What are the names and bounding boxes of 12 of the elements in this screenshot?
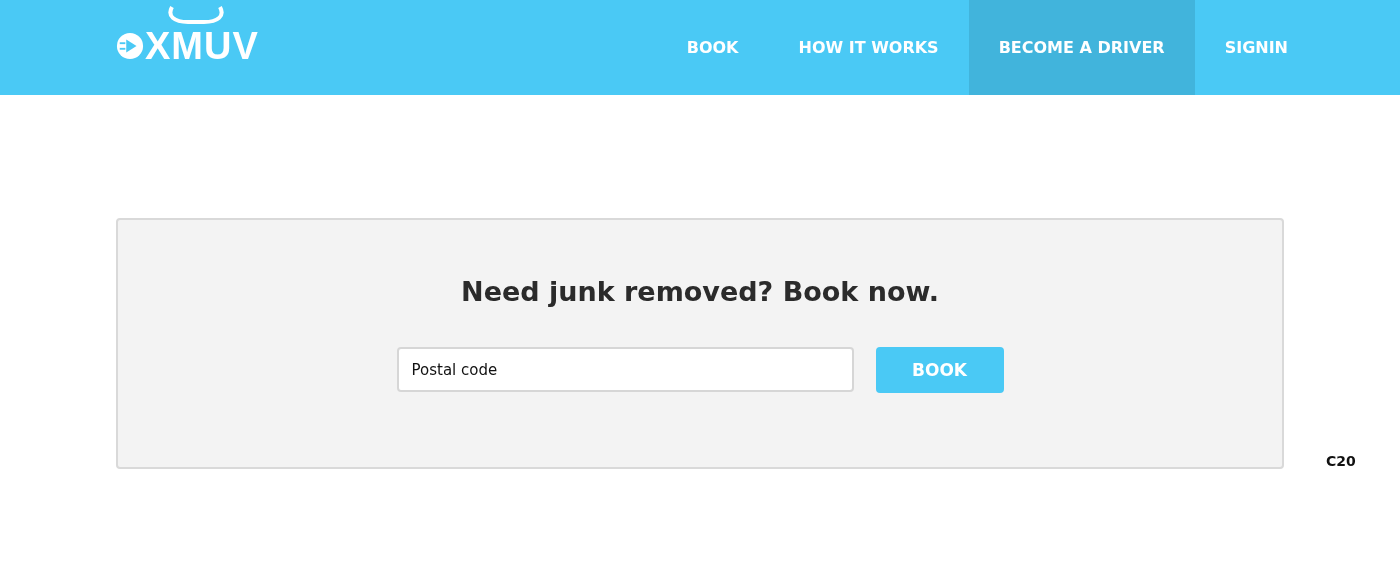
nav-link[interactable]: HOW IT WORKS [768,0,969,95]
postal-code-field[interactable]: Postal code [396,347,854,392]
corner-label: C20 [1326,453,1356,469]
nav-link[interactable]: SIGNIN [1194,0,1318,95]
play-circle-icon [116,31,144,60]
horns-icon [166,6,226,24]
nav-link[interactable]: BOOK [656,0,769,95]
logo-text: XMUV [145,26,259,65]
book-button[interactable]: BOOK [875,347,1004,393]
oxmuv-logo[interactable]: XMUV [116,0,276,95]
nav-link[interactable]: BECOME A DRIVER [968,0,1195,95]
booking-heading: Need junk removed? Book now. [461,276,939,307]
